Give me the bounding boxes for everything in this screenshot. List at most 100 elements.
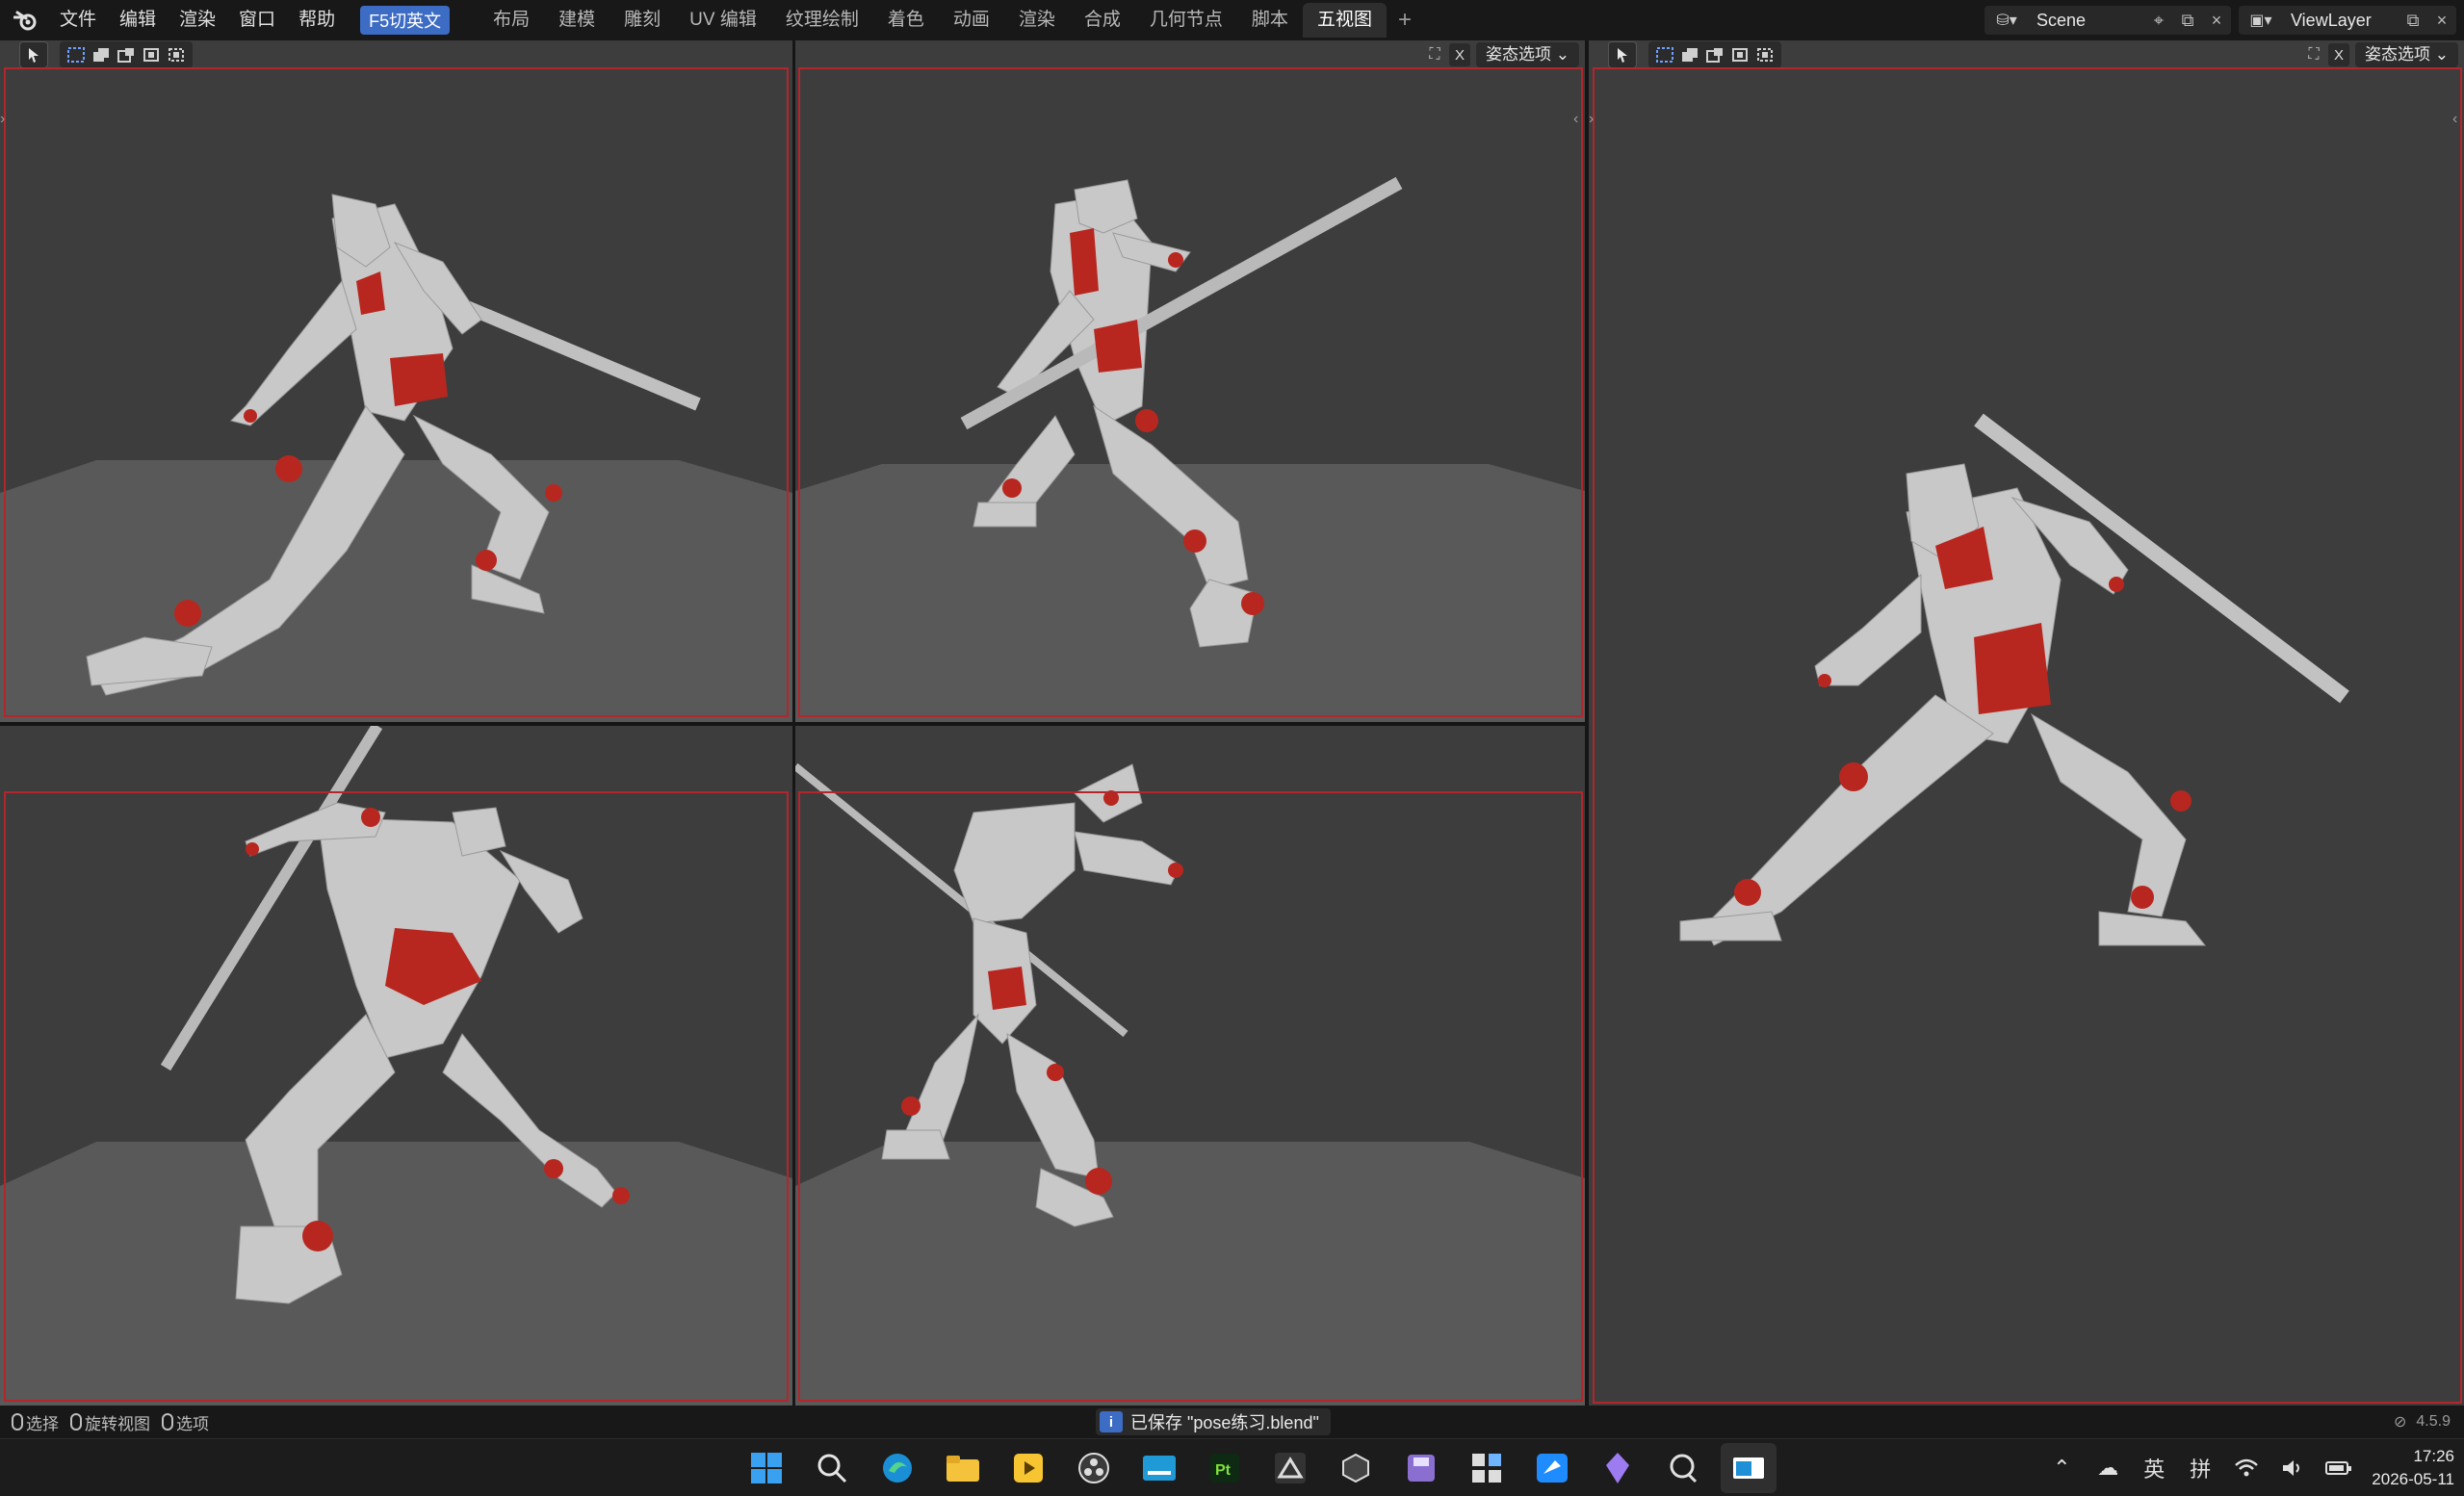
tab-texture-paint[interactable]: 纹理绘制 (771, 3, 873, 38)
tab-rendering[interactable]: 渲染 (1004, 3, 1070, 38)
select-tool-icon[interactable] (1608, 41, 1637, 68)
workspace-tabs: 布局 建模 雕刻 UV 编辑 纹理绘制 着色 动画 渲染 合成 几何节点 脚本 … (479, 0, 1423, 40)
onedrive-icon[interactable]: ☁ (2088, 1449, 2127, 1487)
select-new-icon[interactable] (64, 44, 89, 65)
viewport-bottom-left[interactable] (0, 726, 792, 1406)
sidebar-expand-icon[interactable]: ‹ (2452, 110, 2462, 129)
viewport-bottom-middle[interactable] (795, 726, 1585, 1406)
menu-help[interactable]: 帮助 (287, 0, 347, 40)
potplayer-icon[interactable] (1000, 1443, 1056, 1493)
menu-window[interactable]: 窗口 (227, 0, 287, 40)
blender-taskbar-icon[interactable] (1721, 1443, 1777, 1493)
select-intersect-icon[interactable] (164, 44, 189, 65)
calculator-icon[interactable] (1459, 1443, 1515, 1493)
viewport-right[interactable]: ⛶ X 姿态选项 ⌄ › ‹ (1589, 40, 2464, 1406)
view-layer-name[interactable]: ViewLayer (2283, 11, 2399, 31)
select-tool-icon[interactable] (19, 41, 48, 68)
ime-mode-indicator[interactable]: 拼 (2181, 1449, 2219, 1487)
toolbar-expand-icon[interactable]: › (1589, 110, 1598, 129)
header-right-controls: ⛶ X 姿态选项 ⌄ (1420, 42, 1579, 67)
hint-select: 选择 (12, 1410, 59, 1434)
select-extend-icon[interactable] (89, 44, 114, 65)
select-subtract-icon[interactable] (114, 44, 139, 65)
viewport-scene[interactable] (795, 40, 1585, 722)
viewport-scene[interactable] (1589, 40, 2464, 1406)
pose-options-dropdown[interactable]: 姿态选项 ⌄ (2355, 42, 2458, 67)
chevron-up-icon[interactable]: ⌃ (2042, 1449, 2081, 1487)
viewport-scene[interactable] (0, 726, 792, 1406)
workspace: › ⛶ X 姿态选项 ⌄ ‹ ⛶ X 姿态选项 ⌄ › ‹ (0, 40, 2464, 1406)
sidebar-expand-icon[interactable]: ‹ (1573, 110, 1583, 129)
feishu-icon[interactable] (1524, 1443, 1580, 1493)
tab-scripting[interactable]: 脚本 (1237, 3, 1303, 38)
blender-logo-icon[interactable] (10, 4, 42, 37)
substance-painter-icon[interactable]: Pt (1197, 1443, 1253, 1493)
tab-modeling[interactable]: 建模 (544, 3, 610, 38)
view-layer-selector[interactable]: ▣▾ ViewLayer ⧉ × (2239, 6, 2456, 35)
tab-shading[interactable]: 着色 (873, 3, 939, 38)
scene-selector[interactable]: ⛁▾ Scene ⌖ ⧉ × (1984, 6, 2231, 35)
scene-name[interactable]: Scene (2029, 11, 2144, 31)
windows-start-icon[interactable] (739, 1443, 794, 1493)
select-extend-icon[interactable] (1677, 44, 1702, 65)
hint-rotate-label: 旋转视图 (85, 1414, 150, 1433)
menu-render[interactable]: 渲染 (168, 0, 227, 40)
tab-layout[interactable]: 布局 (479, 3, 544, 38)
viewport-scene[interactable] (795, 726, 1585, 1406)
xray-toggle-icon[interactable]: ⛶ (2299, 42, 2328, 67)
tab-uv-editing[interactable]: UV 编辑 (675, 3, 771, 38)
select-invert-icon[interactable] (1727, 44, 1752, 65)
xray-toggle-icon[interactable]: ⛶ (1420, 42, 1449, 67)
file-explorer-icon[interactable] (935, 1443, 991, 1493)
menu-file[interactable]: 文件 (48, 0, 108, 40)
select-intersect-icon[interactable] (1752, 44, 1777, 65)
ime-language-indicator[interactable]: 英 (2135, 1449, 2173, 1487)
viewport-top-left[interactable]: › (0, 40, 792, 722)
edge-browser-icon[interactable] (869, 1443, 925, 1493)
svg-text:Pt: Pt (1215, 1462, 1232, 1479)
clock-time: 17:26 (2413, 1447, 2454, 1465)
view-layer-icon[interactable]: ▣▾ (2239, 6, 2283, 35)
saved-notification[interactable]: i 已保存 "pose练习.blend" (1096, 1408, 1331, 1435)
pin-icon[interactable]: ⌖ (2144, 6, 2173, 35)
add-workspace-icon[interactable]: + (1387, 7, 1423, 34)
scene-icon[interactable]: ⛁▾ (1984, 6, 2029, 35)
delete-view-layer-icon[interactable]: × (2427, 6, 2456, 35)
search-icon[interactable] (804, 1443, 860, 1493)
toolbar-expand-icon[interactable]: › (0, 110, 10, 129)
viewport-scene[interactable] (0, 40, 792, 722)
new-view-layer-icon[interactable]: ⧉ (2399, 6, 2427, 35)
new-scene-icon[interactable]: ⧉ (2173, 6, 2202, 35)
chevron-down-icon: ⌄ (2434, 45, 2449, 64)
unity-icon[interactable] (1328, 1443, 1384, 1493)
audio-app-icon[interactable] (1655, 1443, 1711, 1493)
tab-compositing[interactable]: 合成 (1070, 3, 1135, 38)
wifi-icon[interactable] (2227, 1449, 2266, 1487)
obs-icon[interactable] (1066, 1443, 1122, 1493)
save-tool-icon[interactable] (1393, 1443, 1449, 1493)
clock[interactable]: 17:26 2026-05-11 (2372, 1445, 2454, 1491)
language-toggle-button[interactable]: F5切英文 (360, 6, 451, 35)
hint-options-label: 选项 (176, 1414, 209, 1433)
hint-rotate-view: 旋转视图 (70, 1410, 150, 1434)
select-subtract-icon[interactable] (1702, 44, 1727, 65)
select-invert-icon[interactable] (139, 44, 164, 65)
select-new-icon[interactable] (1652, 44, 1677, 65)
tab-geometry-nodes[interactable]: 几何节点 (1135, 3, 1237, 38)
zbrush-icon[interactable] (1262, 1443, 1318, 1493)
crystal-app-icon[interactable] (1590, 1443, 1646, 1493)
delete-scene-icon[interactable]: × (2202, 6, 2231, 35)
volume-icon[interactable] (2273, 1449, 2312, 1487)
tab-five-views[interactable]: 五视图 (1302, 3, 1387, 38)
status-bar: 选择 旋转视图 选项 i 已保存 "pose练习.blend" ⊘ 4.5.9 (0, 1406, 2464, 1438)
pose-options-dropdown[interactable]: 姿态选项 ⌄ (1476, 42, 1579, 67)
viewport-top-middle[interactable]: ⛶ X 姿态选项 ⌄ ‹ (795, 40, 1585, 722)
tab-animation[interactable]: 动画 (939, 3, 1004, 38)
mirror-x-button[interactable]: X (2328, 43, 2350, 66)
tab-sculpting[interactable]: 雕刻 (610, 3, 675, 38)
mouse-left-icon (12, 1413, 23, 1431)
editor-icon[interactable] (1131, 1443, 1187, 1493)
battery-icon[interactable] (2320, 1449, 2358, 1487)
mirror-x-button[interactable]: X (1449, 43, 1471, 66)
menu-edit[interactable]: 编辑 (108, 0, 168, 40)
